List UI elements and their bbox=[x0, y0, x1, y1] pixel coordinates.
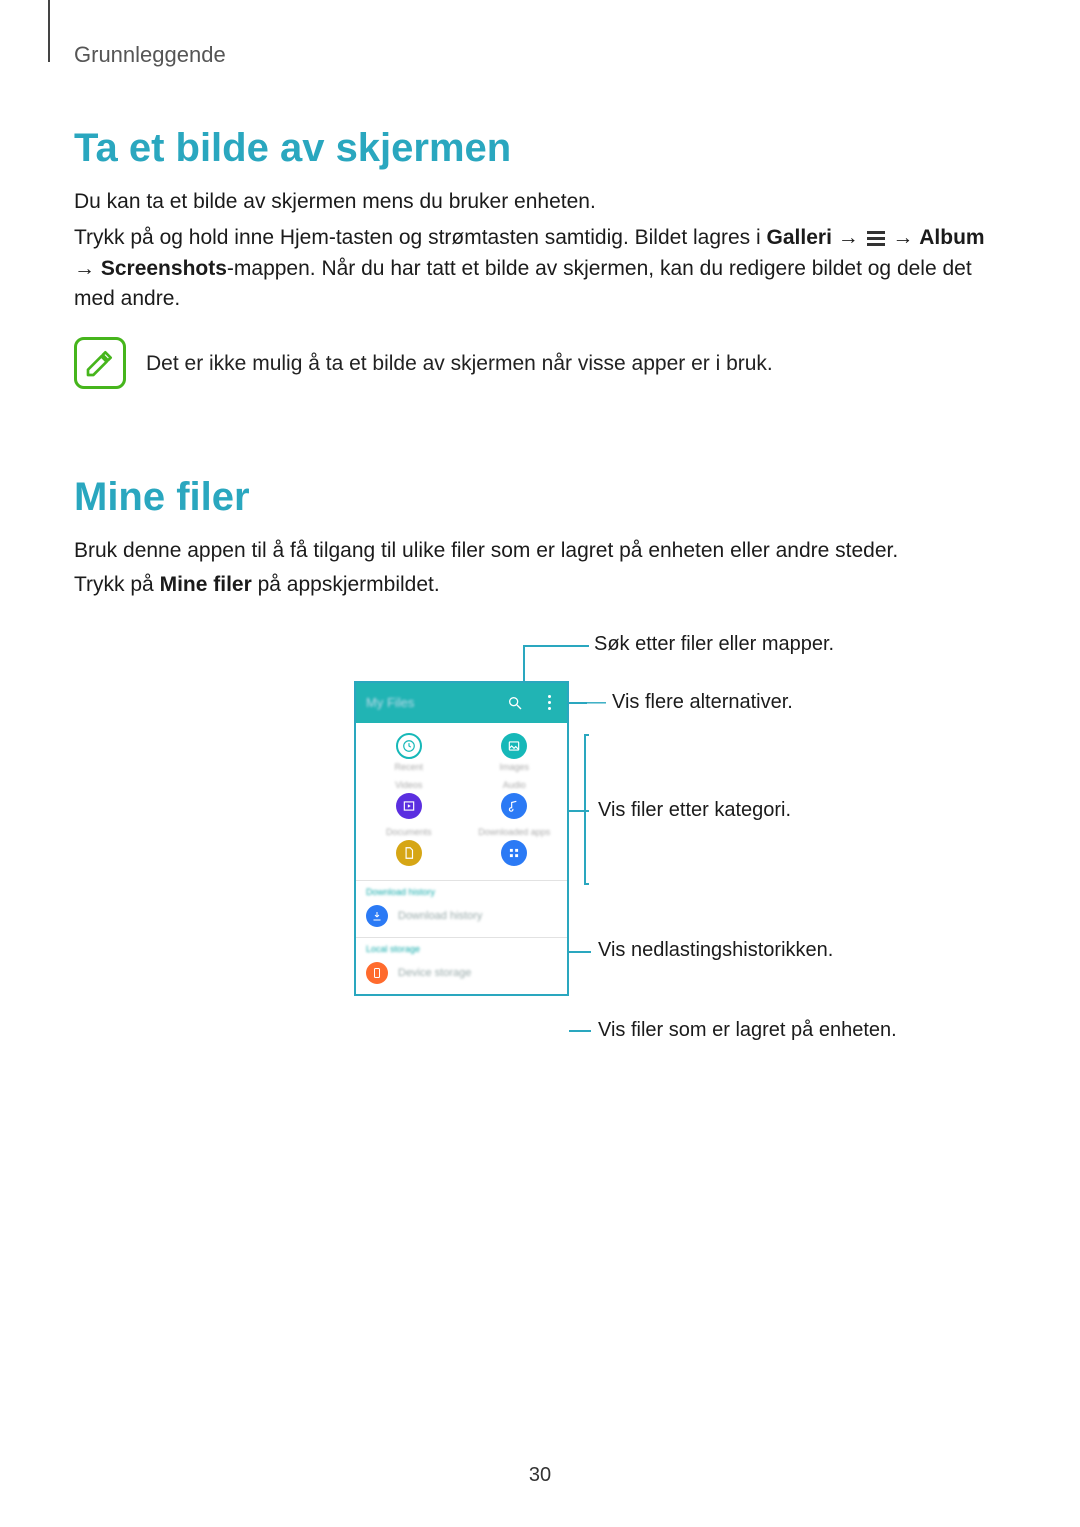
page: Grunnleggende Ta et bilde av skjermen Du… bbox=[0, 0, 1080, 1527]
category-documents[interactable]: Documents bbox=[356, 823, 462, 870]
category-images[interactable]: Images bbox=[462, 729, 568, 776]
app-header: My Files bbox=[356, 683, 567, 723]
document-icon bbox=[396, 840, 422, 866]
category-label: Images bbox=[499, 762, 529, 772]
category-audio[interactable]: Audio bbox=[462, 776, 568, 823]
screenshot-p2: Trykk på og hold inne Hjem-tasten og str… bbox=[74, 223, 1006, 314]
lead-line bbox=[584, 734, 586, 884]
search-icon[interactable] bbox=[507, 695, 523, 711]
lead-line bbox=[569, 951, 591, 953]
item-download-history[interactable]: Download history bbox=[356, 899, 567, 937]
text: → bbox=[74, 257, 101, 280]
clock-icon bbox=[396, 733, 422, 759]
hamburger-icon bbox=[867, 231, 885, 246]
note-row: Det er ikke mulig å ta et bilde av skjer… bbox=[74, 337, 1006, 389]
category-label: Documents bbox=[386, 827, 432, 837]
heading-mine-filer: Mine filer bbox=[74, 475, 1006, 520]
myfiles-p2: Trykk på Mine filer på appskjermbildet. bbox=[74, 570, 1006, 600]
category-videos[interactable]: Videos bbox=[356, 776, 462, 823]
apps-icon bbox=[501, 840, 527, 866]
figure: Søk etter filer eller mapper. —Vis flere… bbox=[74, 631, 1006, 1111]
callout-more: —Vis flere alternativer. bbox=[586, 691, 793, 714]
download-icon bbox=[366, 905, 388, 927]
music-icon bbox=[501, 793, 527, 819]
note-icon bbox=[74, 337, 126, 389]
category-grid: Recent Images Videos Audio bbox=[356, 723, 567, 880]
item-label: Download history bbox=[398, 910, 482, 922]
myfiles-p1: Bruk denne appen til å få tilgang til ul… bbox=[74, 536, 1006, 566]
phone-mock: My Files Recent Images bbox=[354, 681, 569, 996]
image-icon bbox=[501, 733, 527, 759]
text: Trykk på og hold inne Hjem-tasten og str… bbox=[74, 226, 767, 249]
video-icon bbox=[396, 793, 422, 819]
lead-line bbox=[584, 734, 589, 736]
page-number: 30 bbox=[0, 1464, 1080, 1487]
screenshot-p1: Du kan ta et bilde av skjermen mens du b… bbox=[74, 187, 1006, 217]
item-label: Device storage bbox=[398, 967, 471, 979]
section-mine-filer: Mine filer Bruk denne appen til å få til… bbox=[74, 475, 1006, 1111]
note-text: Det er ikke mulig å ta et bilde av skjer… bbox=[146, 337, 773, 379]
lead-line bbox=[584, 883, 589, 885]
category-downloaded-apps[interactable]: Downloaded apps bbox=[462, 823, 568, 870]
section-label: Grunnleggende bbox=[74, 42, 1006, 68]
text: Trykk på bbox=[74, 573, 160, 596]
callout-category: Vis filer etter kategori. bbox=[598, 799, 791, 822]
bold-album: Album bbox=[919, 226, 984, 249]
callout-device: Vis filer som er lagret på enheten. bbox=[598, 1019, 897, 1042]
section-local-storage: Local storage bbox=[356, 938, 567, 956]
text: på appskjermbildet. bbox=[252, 573, 440, 596]
lead-line bbox=[569, 1030, 591, 1032]
lead-line bbox=[523, 645, 589, 647]
item-device-storage[interactable]: Device storage bbox=[356, 956, 567, 994]
device-icon bbox=[366, 962, 388, 984]
category-label: Videos bbox=[395, 780, 422, 790]
text: → bbox=[832, 226, 865, 249]
heading-screenshot: Ta et bilde av skjermen bbox=[74, 126, 1006, 171]
category-label: Audio bbox=[503, 780, 526, 790]
section-download-history: Download history bbox=[356, 881, 567, 899]
app-title: My Files bbox=[366, 695, 414, 710]
callout-downloads: Vis nedlastingshistorikken. bbox=[598, 939, 833, 962]
text: → bbox=[887, 226, 920, 249]
bold-screenshots: Screenshots bbox=[101, 257, 227, 280]
category-recent[interactable]: Recent bbox=[356, 729, 462, 776]
callout-search: Søk etter filer eller mapper. bbox=[594, 633, 834, 656]
category-label: Downloaded apps bbox=[478, 827, 550, 837]
bold-mine-filer: Mine filer bbox=[160, 573, 252, 596]
more-icon[interactable] bbox=[541, 695, 557, 711]
bold-galleri: Galleri bbox=[767, 226, 832, 249]
category-label: Recent bbox=[394, 762, 423, 772]
